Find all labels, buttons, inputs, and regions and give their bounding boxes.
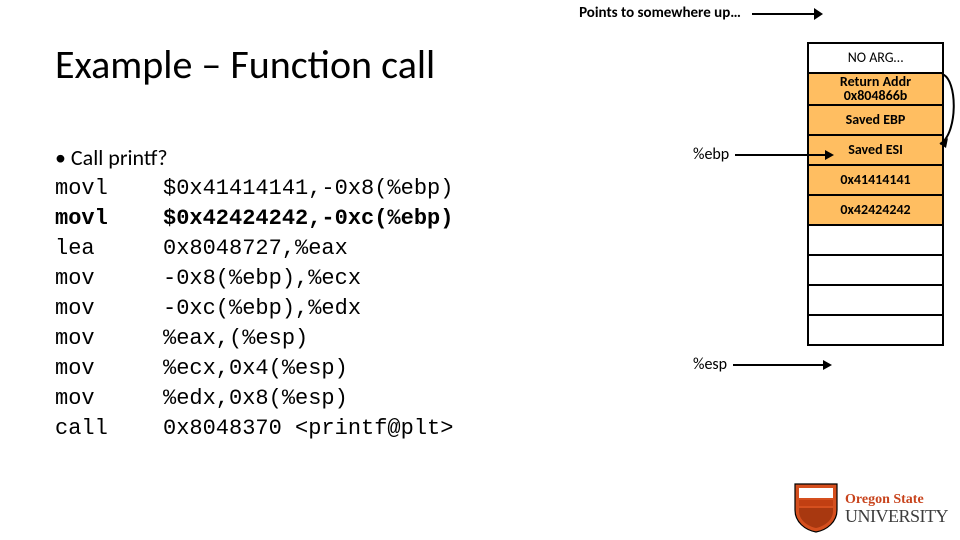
asm-operands: $0x41414141,-0x8(%ebp) bbox=[163, 176, 453, 201]
asm-mnemonic: mov bbox=[55, 264, 163, 294]
asm-line: movl$0x42424242,-0xc(%ebp) bbox=[55, 204, 453, 234]
asm-line: movl$0x41414141,-0x8(%ebp) bbox=[55, 174, 453, 204]
asm-operands: %ecx,0x4(%esp) bbox=[163, 356, 348, 381]
asm-operands: $0x42424242,-0xc(%ebp) bbox=[163, 206, 453, 231]
asm-mnemonic: mov bbox=[55, 324, 163, 354]
caption-arrow-head bbox=[814, 8, 823, 20]
asm-operands: %eax,(%esp) bbox=[163, 326, 308, 351]
asm-line: lea0x8048727,%eax bbox=[55, 234, 453, 264]
asm-line: mov%ecx,0x4(%esp) bbox=[55, 354, 453, 384]
arrow-head-icon bbox=[823, 360, 832, 370]
asm-mnemonic: movl bbox=[55, 174, 163, 204]
pointer-ebp: %ebp bbox=[693, 145, 834, 164]
asm-line: mov-0x8(%ebp),%ecx bbox=[55, 264, 453, 294]
asm-operands: 0x8048370 <printf@plt> bbox=[163, 416, 453, 441]
asm-mnemonic: mov bbox=[55, 294, 163, 324]
pointer-ebp-label: %ebp bbox=[693, 145, 729, 164]
pointer-esp-label: %esp bbox=[693, 355, 727, 374]
osu-logo: Oregon State UNIVERSITY bbox=[793, 482, 948, 534]
asm-line: call0x8048370 <printf@plt> bbox=[55, 414, 453, 444]
asm-line: mov-0xc(%ebp),%edx bbox=[55, 294, 453, 324]
page-title: Example – Function call bbox=[55, 40, 435, 89]
arrow-line bbox=[735, 154, 825, 156]
asm-line: mov%edx,0x8(%esp) bbox=[55, 384, 453, 414]
asm-mnemonic: lea bbox=[55, 234, 163, 264]
caption-arrow-line bbox=[752, 13, 818, 15]
curved-arrow bbox=[938, 74, 958, 169]
asm-mnemonic: movl bbox=[55, 204, 163, 234]
asm-operands: 0x8048727,%eax bbox=[163, 236, 348, 261]
stack-cell: Saved EBP bbox=[809, 104, 942, 134]
pointer-esp: %esp bbox=[693, 355, 832, 374]
asm-line: mov%eax,(%esp) bbox=[55, 324, 453, 354]
stack-cell bbox=[809, 284, 942, 314]
arrow-head-icon bbox=[825, 150, 834, 160]
asm-mnemonic: mov bbox=[55, 354, 163, 384]
stack-cell bbox=[809, 224, 942, 254]
asm-operands: %edx,0x8(%esp) bbox=[163, 386, 348, 411]
arrow-line bbox=[733, 364, 823, 366]
asm-code-block: movl$0x41414141,-0x8(%ebp)movl$0x4242424… bbox=[55, 174, 453, 444]
stack-diagram: NO ARG…Return Addr0x804866bSaved EBPSave… bbox=[807, 42, 944, 346]
asm-mnemonic: mov bbox=[55, 384, 163, 414]
bullet-call-printf: • Call printf? bbox=[55, 144, 168, 171]
stack-cell: 0x42424242 bbox=[809, 194, 942, 224]
asm-operands: -0x8(%ebp),%ecx bbox=[163, 266, 361, 291]
stack-cell bbox=[809, 254, 942, 284]
logo-text-bottom: UNIVERSITY bbox=[845, 508, 948, 524]
stack-cell: Return Addr0x804866b bbox=[809, 72, 942, 104]
stack-cell: 0x41414141 bbox=[809, 164, 942, 194]
asm-mnemonic: call bbox=[55, 414, 163, 444]
stack-cell: NO ARG… bbox=[809, 44, 942, 72]
shield-icon bbox=[793, 482, 839, 534]
stack-cell bbox=[809, 314, 942, 344]
caption-points-up: Points to somewhere up… bbox=[570, 4, 750, 22]
asm-operands: -0xc(%ebp),%edx bbox=[163, 296, 361, 321]
